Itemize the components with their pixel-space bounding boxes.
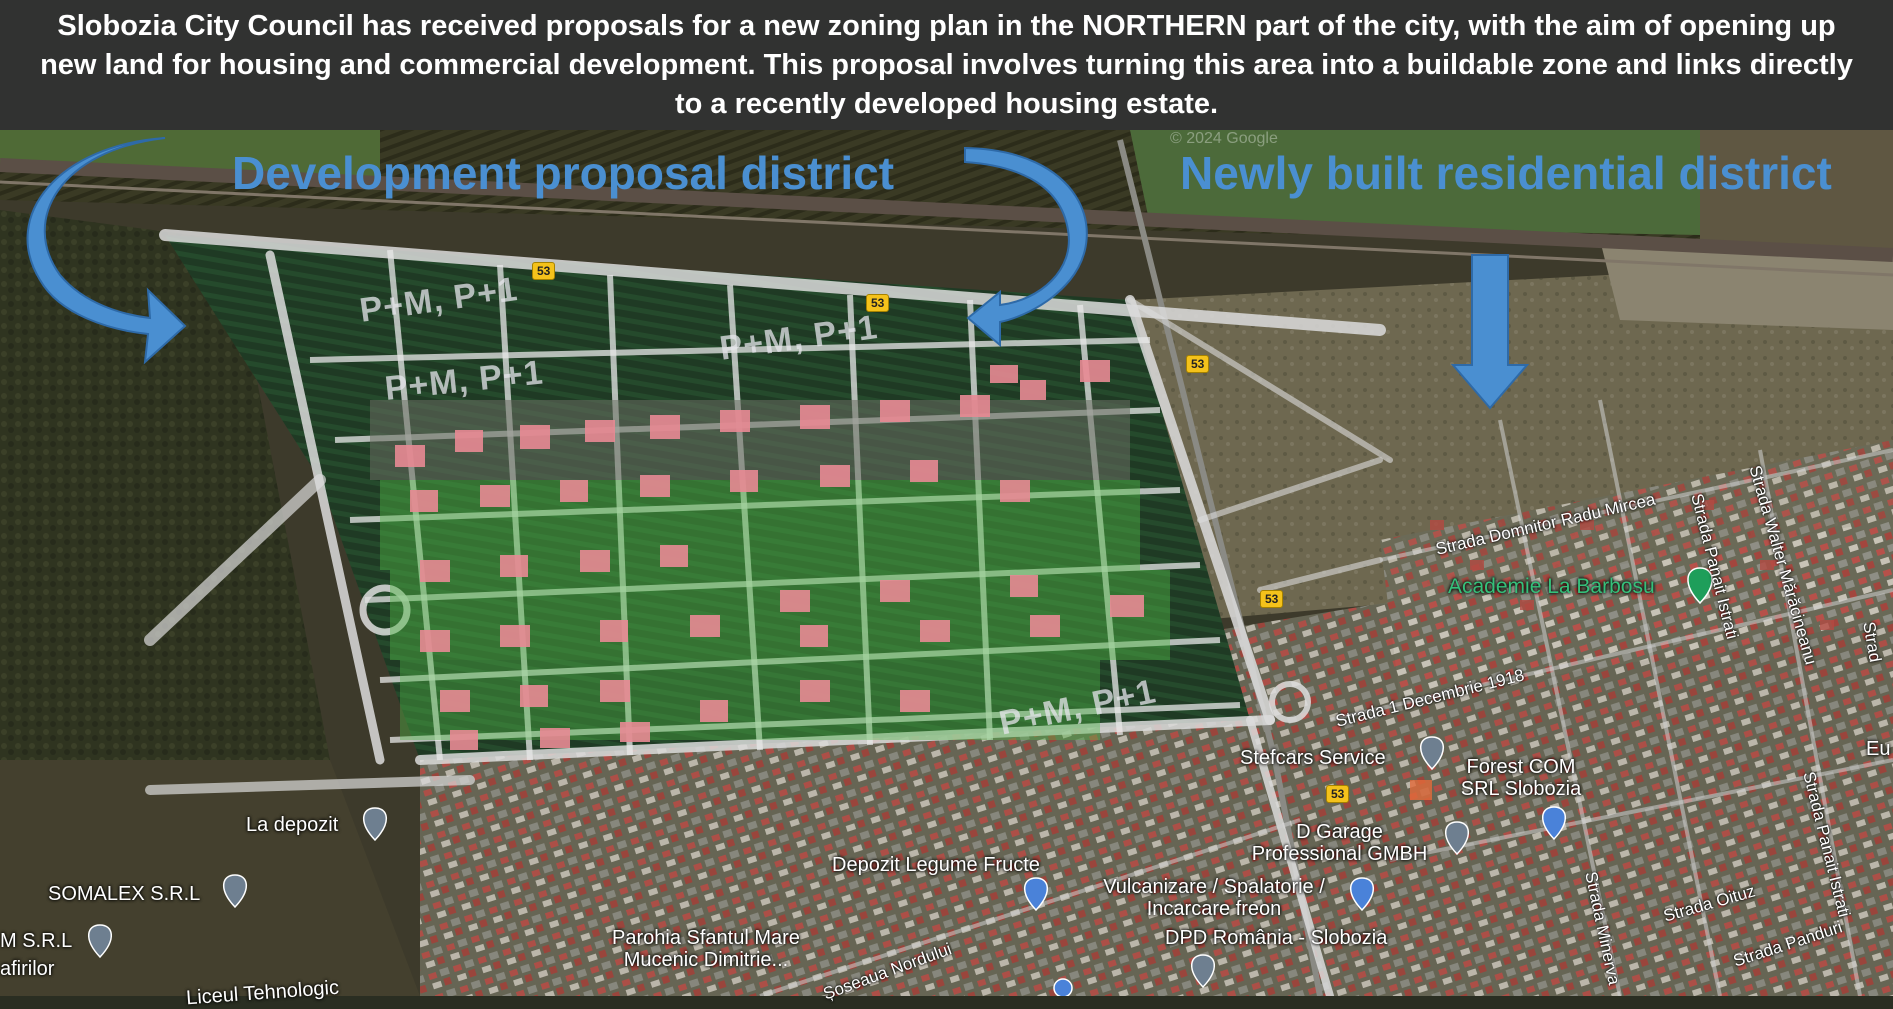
poi-label[interactable]: DPD România - Slobozia	[1165, 927, 1387, 949]
poi-label[interactable]: Stefcars Service	[1240, 747, 1386, 769]
poi-label[interactable]: La depozit	[246, 814, 338, 836]
header-banner: Slobozia City Council has received propo…	[0, 0, 1893, 130]
poi-label[interactable]: D Garage Professional GMBH	[1242, 821, 1437, 865]
poi-label[interactable]: M S.R.L	[0, 930, 72, 952]
road-shield: 53	[1326, 785, 1350, 803]
poi-label[interactable]: Forest COM SRL Slobozia	[1456, 756, 1586, 800]
poi-label[interactable]: Depozit Legume Fructe	[832, 854, 1040, 876]
residential-district-label: Newly built residential district	[1180, 147, 1832, 199]
location-pin-icon[interactable]	[1053, 978, 1073, 996]
map-watermark: © 2024 Google	[1170, 130, 1278, 147]
poi-label[interactable]: Vulcanizare / Spalatorie / Incarcare fre…	[1094, 876, 1334, 920]
road-shield: 53	[1186, 355, 1210, 373]
poi-label[interactable]: afirilor	[0, 958, 54, 980]
development-proposal-label: Development proposal district	[232, 147, 895, 199]
road-shield: 53	[532, 262, 556, 280]
banner-text: Slobozia City Council has received propo…	[40, 9, 1853, 120]
road-shield: 53	[1260, 590, 1284, 608]
poi-label[interactable]: Eu	[1866, 738, 1890, 760]
road-shield: 53	[866, 294, 890, 312]
poi-label[interactable]: Academie La Barbosu	[1448, 576, 1655, 598]
poi-label[interactable]: SOMALEX S.R.L	[48, 883, 200, 905]
poi-label[interactable]: Parohia Sfantul Mare Mucenic Dimitrie...	[586, 927, 826, 971]
